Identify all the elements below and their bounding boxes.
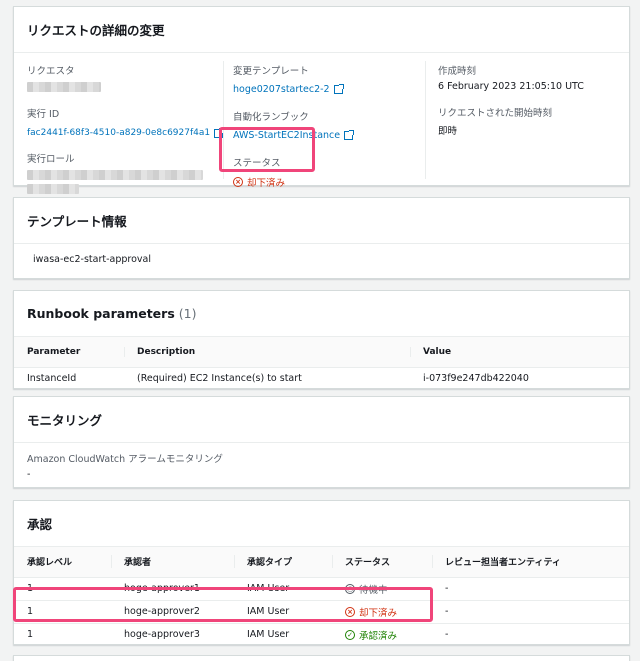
rejected-icon: ×	[345, 606, 355, 617]
monitoring-panel: モニタリング Amazon CloudWatch アラームモニタリング -	[13, 396, 630, 488]
approval-title: 承認	[14, 501, 629, 547]
monitoring-value: -	[27, 469, 31, 480]
column-divider	[223, 61, 224, 179]
template-info-title: テンプレート情報	[14, 198, 629, 244]
execution-role-label: 実行ロール	[27, 154, 75, 165]
col-header-entity[interactable]: レビュー担当者エンティティ	[432, 547, 629, 578]
requester-redacted	[27, 82, 101, 92]
runbook-link-text: AWS-StartEC2Instance	[233, 130, 341, 141]
col-header-approver[interactable]: 承認者	[111, 547, 234, 578]
approval-type: IAM User	[234, 600, 332, 624]
execution-id-label: 実行 ID	[27, 109, 60, 120]
reviewer-entity: -	[432, 600, 629, 624]
created-value: 6 February 2023 21:05:10 UTC	[438, 81, 584, 92]
rejected-icon: ×	[233, 177, 243, 187]
template-link[interactable]: hoge0207startec2-2	[233, 84, 344, 95]
approval-table: 承認レベル 承認者 承認タイプ ステータス レビュー担当者エンティティ 1 ho…	[14, 547, 629, 647]
param-name: InstanceId	[14, 367, 124, 391]
runbook-params-header: Runbook parameters (1)	[14, 291, 629, 337]
runbook-params-table: Parameter Description Value InstanceId (…	[14, 337, 629, 391]
execution-id-link[interactable]: fac2441f-68f3-4510-a829-0e8c6927f4a1	[27, 127, 225, 138]
next-panel	[13, 655, 630, 661]
request-details-panel: リクエストの詳細の変更 リクエスタ 実行 ID fac2441f-68f3-45…	[13, 6, 630, 194]
runbook-params-panel: Runbook parameters (1) Parameter Descrip…	[13, 290, 630, 391]
execution-id-text: fac2441f-68f3-4510-a829-0e8c6927f4a1	[27, 128, 211, 138]
approval-status: × 却下済み	[332, 600, 432, 624]
param-description: (Required) EC2 Instance(s) to start	[124, 367, 410, 391]
created-label: 作成時刻	[438, 66, 477, 77]
table-row: InstanceId (Required) EC2 Instance(s) to…	[14, 367, 629, 391]
clock-icon: ◷	[345, 583, 355, 594]
table-row: 1 hoge-approver2 IAM User × 却下済み -	[14, 600, 629, 624]
status-label: ステータス	[233, 158, 281, 169]
table-row: 1 hoge-approver3 IAM User ✓ 承認済み -	[14, 623, 629, 647]
request-status-text: 却下済み	[247, 178, 286, 189]
runbook-params-count: (1)	[178, 306, 197, 321]
request-details-col-3: 作成時刻 6 February 2023 21:05:10 UTC リクエストさ…	[438, 63, 628, 137]
approver-name: hoge-approver2	[111, 600, 234, 624]
runbook-link[interactable]: AWS-StartEC2Instance	[233, 130, 355, 141]
col-header-description[interactable]: Description	[124, 337, 410, 368]
approval-level: 1	[14, 577, 111, 601]
col-header-type[interactable]: 承認タイプ	[234, 547, 332, 578]
requested-start-value: 即時	[438, 126, 458, 137]
request-status: × 却下済み	[233, 175, 285, 189]
execution-role-redacted-2	[27, 184, 79, 194]
runbook-label: 自動化ランブック	[233, 112, 309, 123]
template-info-value: iwasa-ec2-start-approval	[33, 254, 151, 265]
template-label: 変更テンプレート	[233, 66, 309, 77]
requested-start-label: リクエストされた開始時刻	[438, 108, 553, 119]
template-info-panel: テンプレート情報 iwasa-ec2-start-approval	[13, 197, 630, 279]
request-details-col-2: 変更テンプレート hoge0207startec2-2 自動化ランブック AWS…	[233, 63, 423, 189]
external-link-icon	[214, 127, 225, 138]
table-row: 1 hoge-approver1 IAM User ◷ 待機中 -	[14, 577, 629, 601]
monitoring-title: モニタリング	[14, 397, 629, 443]
approver-name: hoge-approver1	[111, 577, 234, 601]
col-header-parameter[interactable]: Parameter	[14, 337, 124, 368]
check-icon: ✓	[345, 629, 355, 640]
request-details-title: リクエストの詳細の変更	[14, 7, 629, 53]
approval-status: ◷ 待機中	[332, 577, 432, 601]
monitoring-label: Amazon CloudWatch アラームモニタリング	[27, 454, 223, 465]
col-header-value[interactable]: Value	[410, 337, 629, 368]
approval-type: IAM User	[234, 623, 332, 647]
requester-label: リクエスタ	[27, 66, 75, 77]
external-link-icon	[344, 130, 355, 140]
reviewer-entity: -	[432, 623, 629, 647]
approval-type: IAM User	[234, 577, 332, 601]
execution-role-redacted	[27, 170, 203, 180]
approval-level: 1	[14, 623, 111, 647]
approver-name: hoge-approver3	[111, 623, 234, 647]
external-link-icon	[333, 84, 344, 94]
col-header-status[interactable]: ステータス	[332, 547, 432, 578]
column-divider	[425, 61, 426, 179]
runbook-params-title: Runbook parameters	[27, 306, 175, 321]
param-value: i-073f9e247db422040	[410, 367, 629, 391]
approval-level: 1	[14, 600, 111, 624]
template-link-text: hoge0207startec2-2	[233, 84, 330, 95]
approval-panel: 承認 承認レベル 承認者 承認タイプ ステータス レビュー担当者エンティティ 1…	[13, 500, 630, 647]
approval-status: ✓ 承認済み	[332, 623, 432, 647]
request-details-col-1: リクエスタ 実行 ID fac2441f-68f3-4510-a829-0e8c…	[27, 63, 227, 194]
reviewer-entity: -	[432, 577, 629, 601]
col-header-level[interactable]: 承認レベル	[14, 547, 111, 578]
